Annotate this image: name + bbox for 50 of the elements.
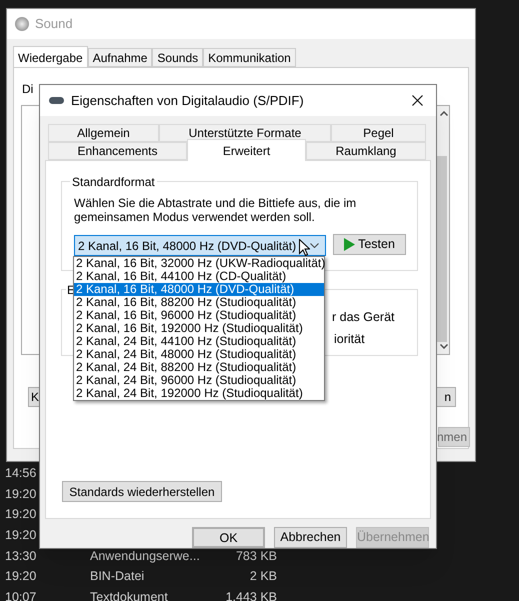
dialog-title: Eigenschaften von Digitalaudio (S/PDIF) xyxy=(71,92,305,110)
time-cell-text: 13:30 xyxy=(4,548,38,565)
time-cell-text: 14:56 xyxy=(4,464,38,482)
tab[interactable]: Erweitert xyxy=(187,139,306,161)
dropdown-option[interactable]: 2 Kanal, 16 Bit, 192000 Hz (Studioqualität) xyxy=(74,322,324,335)
tab[interactable]: Raumklang xyxy=(306,142,426,160)
speaker-icon xyxy=(15,17,29,31)
tab[interactable]: Enhancements xyxy=(48,142,187,160)
time-cell-text: 10:07 xyxy=(4,589,38,601)
dropdown-option[interactable]: 2 Kanal, 16 Bit, 32000 Hz (UKW-Radioqualität) xyxy=(74,257,324,270)
dropdown-option[interactable]: 2 Kanal, 24 Bit, 44100 Hz (Studioqualität) xyxy=(74,335,324,348)
tab[interactable]: Wiedergabe xyxy=(13,46,88,68)
tab[interactable]: Kommunikation xyxy=(203,48,296,67)
time-cell-text: 19:20 xyxy=(4,568,38,586)
size-cell-text: 783 KB xyxy=(234,548,277,565)
dropdown-option[interactable]: 2 Kanal, 16 Bit, 48000 Hz (DVD-Qualität) xyxy=(74,283,324,296)
size-cell-text: 2 KB xyxy=(248,568,277,586)
test-button[interactable]: Testen xyxy=(333,234,406,255)
dropdown-option[interactable]: 2 Kanal, 24 Bit, 88200 Hz (Studioqualität) xyxy=(74,361,324,374)
tab[interactable]: Pegel xyxy=(331,124,426,142)
size-cell-text: 1.443 KB xyxy=(224,589,277,601)
dialog-button[interactable]: OK xyxy=(192,527,265,548)
scroll-up-icon[interactable] xyxy=(440,111,448,116)
description-text: Wählen Sie die Abtastrate und die Bittiefe aus, die im gemeinsamen Modus verwendet werden soll. xyxy=(74,196,358,224)
type-cell-text: Textdokument xyxy=(90,589,169,601)
window-title: Sound xyxy=(35,15,74,34)
time-cell-text: 19:20 xyxy=(4,527,38,544)
dropdown-option[interactable]: 2 Kanal, 16 Bit, 96000 Hz (Studioqualität) xyxy=(74,309,324,322)
dropdown-option[interactable]: 2 Kanal, 24 Bit, 48000 Hz (Studioqualität) xyxy=(74,348,324,361)
dialog-button[interactable]: Abbrechen xyxy=(274,527,347,548)
scroll-down-icon[interactable] xyxy=(440,344,448,349)
intro-text: Di xyxy=(22,81,34,98)
dropdown-option[interactable]: 2 Kanal, 24 Bit, 192000 Hz (Studioqualität) xyxy=(74,387,324,400)
type-cell-text: Anwendungserwe... xyxy=(90,548,201,565)
restore-defaults-button[interactable]: Standards wiederherstellen xyxy=(62,481,222,502)
checkbox-label: r das Gerät xyxy=(332,309,395,326)
button[interactable]: n xyxy=(436,387,456,407)
checkbox-label: iorität xyxy=(334,331,365,348)
play-icon xyxy=(344,238,356,251)
format-select[interactable]: 2 Kanal, 16 Bit, 48000 Hz (DVD-Qualität) xyxy=(74,235,326,256)
dropdown-option[interactable]: 2 Kanal, 24 Bit, 96000 Hz (Studioqualität) xyxy=(74,374,324,387)
close-icon[interactable] xyxy=(412,95,423,106)
dropdown-option[interactable]: 2 Kanal, 16 Bit, 44100 Hz (CD-Qualität) xyxy=(74,270,324,283)
chevron-down-icon xyxy=(310,243,319,248)
tab[interactable]: Sounds xyxy=(152,48,204,67)
dropdown-option[interactable]: 2 Kanal, 16 Bit, 88200 Hz (Studioqualität) xyxy=(74,296,324,309)
tab[interactable]: Allgemein xyxy=(48,124,159,142)
type-cell-text: BIN-Datei xyxy=(90,568,146,586)
tab[interactable]: Aufnahme xyxy=(88,48,152,67)
time-cell-text: 19:20 xyxy=(4,506,38,524)
